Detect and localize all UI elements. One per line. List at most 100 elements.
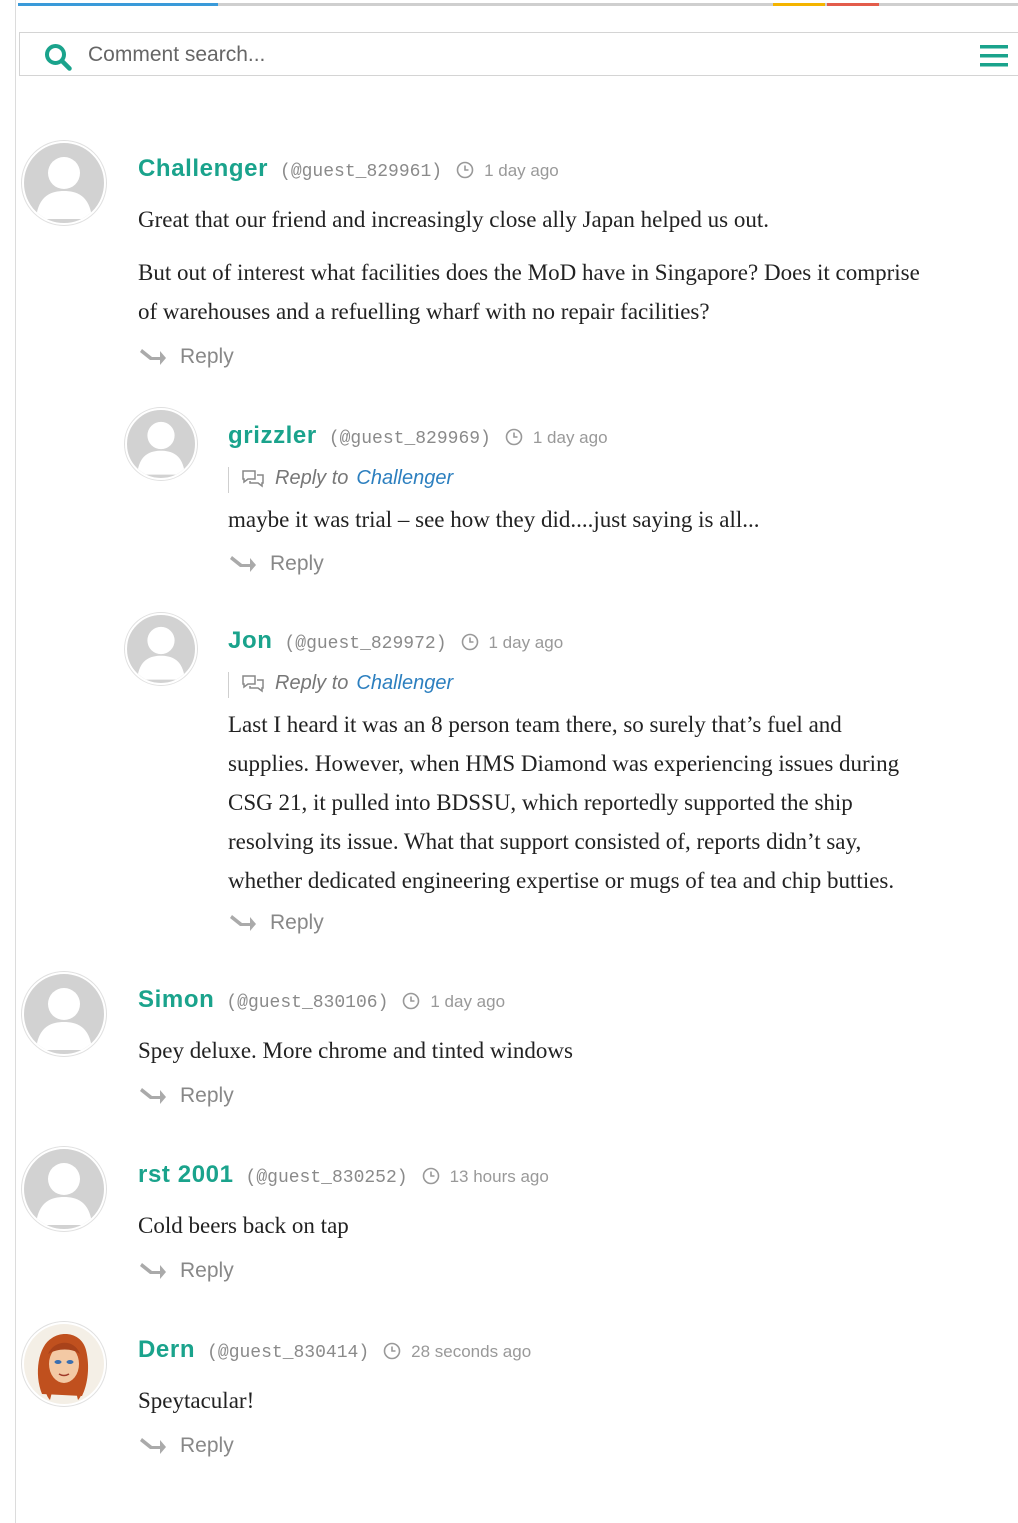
comment-author[interactable]: rst 2001 [138,1161,234,1188]
comment-author[interactable]: Simon [138,986,214,1013]
reply-to-label: Reply to [275,672,349,694]
comment-header: Simon (@guest_830106) 1 day ago [138,986,505,1014]
search-icon[interactable] [44,43,72,71]
reply-to-line: Reply to Challenger [228,467,453,493]
comment-handle: (@guest_829961) [280,162,443,182]
hamburger-menu-icon[interactable] [980,44,1008,68]
comment-handle: (@guest_829972) [284,634,447,654]
comment-time: 28 seconds ago [383,1342,531,1361]
comment-paragraph: Great that our friend and increasingly c… [138,207,770,232]
comment-time-text: 1 day ago [532,428,608,447]
comment-search-input[interactable] [86,39,950,71]
comment-body: Spey deluxe. More chrome and tinted wind… [138,1031,573,1070]
avatar [125,613,197,685]
comment-author[interactable]: Challenger [138,155,268,182]
reply-to-link[interactable]: Challenger [356,467,453,489]
reply-label: Reply [180,1084,234,1107]
clock-icon [383,1342,401,1360]
comment-paragraph: maybe it was trial – see how they did...… [228,507,760,532]
reply-button[interactable]: Reply [230,552,324,576]
comment-time-text: 1 day ago [488,633,564,652]
comment-paragraph: Last I heard it was an 8 person team the… [228,712,842,737]
comment-body: Last I heard it was an 8 person team the… [228,705,899,900]
comment-body: Speytacular! [138,1381,254,1420]
bar-segment-red [827,3,879,6]
reply-button[interactable]: Reply [140,1434,234,1458]
comment-header: Challenger (@guest_829961) 1 day ago [138,155,559,183]
comment-handle: (@guest_830252) [245,1168,408,1188]
comment-paragraph: CSG 21, it pulled into BDSSU, which repo… [228,790,853,815]
reply-arrow-icon [230,915,256,931]
reply-button[interactable]: Reply [140,1084,234,1108]
top-color-bar [18,3,1018,6]
comment-author[interactable]: Dern [138,1336,195,1363]
comment-body: Great that our friend and increasingly c… [138,200,920,331]
comment-time-text: 1 day ago [484,161,559,180]
reply-arrow-icon [140,1438,166,1454]
user-silhouette-icon [36,988,92,1050]
comment-time-text: 1 day ago [430,992,506,1011]
user-silhouette-icon [36,1163,92,1225]
user-silhouette-icon [36,157,92,219]
comment-handle: (@guest_830106) [226,993,389,1013]
avatar [22,1147,106,1231]
comment-search-bar [19,32,1018,76]
reply-button[interactable]: Reply [140,345,234,369]
reply-button[interactable]: Reply [230,911,324,935]
comment-paragraph: resolving its issue. What that support c… [228,829,862,854]
comment-author[interactable]: Jon [228,627,272,654]
comment-time: 1 day ago [505,428,608,447]
comment-time-text: 28 seconds ago [411,1342,532,1361]
comment-header: grizzler (@guest_829969) 1 day ago [228,422,608,450]
clock-icon [456,161,474,179]
reply-to-line: Reply to Challenger [228,672,453,698]
comment-body: Cold beers back on tap [138,1206,349,1245]
speech-bubbles-icon [242,675,264,693]
comment-header: Dern (@guest_830414) 28 seconds ago [138,1336,531,1364]
comment-author[interactable]: grizzler [228,422,317,449]
reply-arrow-icon [140,1263,166,1279]
cartoon-avatar-icon [37,1334,89,1400]
comment-time-text: 13 hours ago [449,1167,549,1186]
reply-arrow-icon [140,1088,166,1104]
comment-paragraph: Spey deluxe. More chrome and tinted wind… [138,1038,573,1063]
reply-arrow-icon [230,556,256,572]
reply-label: Reply [180,1434,234,1457]
comment-paragraph: Cold beers back on tap [138,1213,349,1238]
comment-time: 1 day ago [402,992,505,1011]
speech-bubbles-icon [242,470,264,488]
reply-button[interactable]: Reply [140,1259,234,1283]
reply-label: Reply [270,552,324,575]
comment-handle: (@guest_830414) [207,1343,370,1363]
avatar [22,1322,106,1406]
comment-paragraph: But out of interest what facilities does… [138,260,920,285]
page-left-border [15,0,16,1523]
clock-icon [422,1167,439,1185]
comment-handle: (@guest_829969) [328,429,491,449]
comment-header: rst 2001 (@guest_830252) 13 hours ago [138,1161,549,1189]
comment-time: 13 hours ago [422,1167,549,1186]
comment-paragraph: Speytacular! [138,1388,255,1413]
user-silhouette-icon [137,626,185,680]
user-silhouette-icon [137,421,185,475]
reply-label: Reply [270,911,324,934]
avatar [125,408,197,480]
comment-body: maybe it was trial – see how they did...… [228,500,759,539]
comment-paragraph: supplies. However, when HMS Diamond was … [228,751,900,776]
clock-icon [505,428,523,446]
bar-segment-blue [18,3,218,6]
avatar [22,972,106,1056]
comment-time: 1 day ago [456,161,559,180]
clock-icon [403,992,420,1010]
reply-label: Reply [180,1259,234,1282]
bar-segment-orange [773,3,825,6]
avatar [22,141,106,225]
comment-time: 1 day ago [461,633,564,652]
comment-paragraph: whether dedicated engineering expertise … [228,868,895,893]
comment-paragraph: of warehouses and a refuelling wharf wit… [138,299,710,324]
reply-to-link[interactable]: Challenger [356,672,453,694]
reply-to-label: Reply to [275,467,349,489]
reply-label: Reply [180,345,234,368]
comment-header: Jon (@guest_829972) 1 day ago [228,627,563,655]
clock-icon [461,633,478,651]
